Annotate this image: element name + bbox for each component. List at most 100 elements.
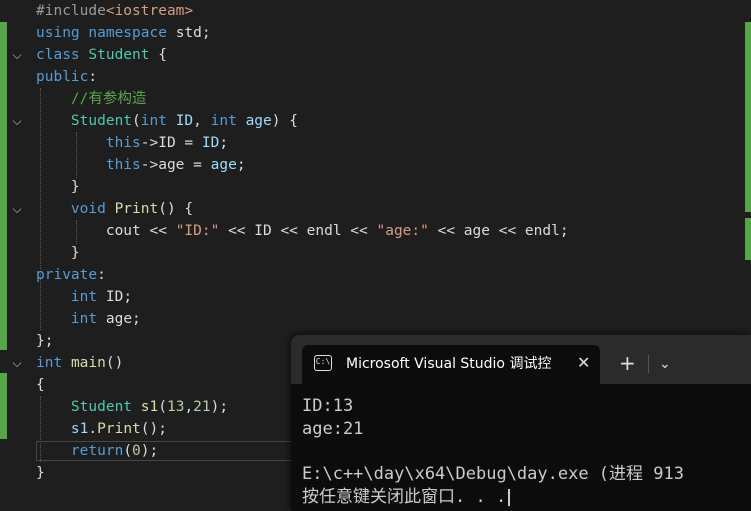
code-token: Print	[114, 201, 159, 217]
fold-toggle-icon[interactable]: ⌵	[10, 202, 24, 216]
code-line[interactable]: int main()	[36, 352, 123, 374]
fold-toggle-icon[interactable]: ⌵	[10, 114, 24, 128]
code-line[interactable]: }	[36, 462, 45, 484]
terminal-tab-bar: C:\ Microsoft Visual Studio 调试控 ✕ + ⌄	[291, 335, 751, 384]
code-token: :	[97, 267, 106, 283]
code-line[interactable]: void Print() {	[36, 198, 193, 220]
code-token: << ID << endl <<	[219, 223, 377, 239]
code-token: }	[36, 245, 80, 261]
terminal-output-line: age:21	[302, 419, 364, 439]
scrollbar-change-marker	[745, 218, 751, 260]
code-token: {	[149, 47, 167, 63]
terminal-output-line: E:\c++\day\x64\Debug\day.exe (进程 913	[302, 464, 684, 484]
code-line[interactable]: Student s1(13,21);	[36, 396, 228, 418]
code-token: int	[36, 355, 63, 371]
code-token: ID;	[97, 289, 133, 305]
code-token: ID	[201, 135, 220, 151]
code-token: this	[105, 135, 141, 151]
code-token: void	[70, 201, 106, 217]
code-token: );	[210, 399, 229, 415]
terminal-output-line: ID:13	[302, 396, 354, 416]
code-token: int	[140, 113, 167, 129]
code-token: cout <<	[36, 223, 176, 239]
code-token: "ID:"	[175, 223, 220, 239]
code-line[interactable]: private:	[36, 264, 106, 286]
code-token: ID	[175, 113, 194, 129]
code-token: Student	[88, 47, 150, 63]
terminal-output-line: 按任意键关闭此窗口. . .	[302, 487, 507, 507]
code-token: int	[210, 113, 237, 129]
code-token: ) {	[271, 113, 298, 129]
fold-toggle-icon[interactable]: ⌵	[10, 356, 24, 370]
code-token: age;	[97, 311, 141, 327]
code-line[interactable]: }	[36, 242, 80, 264]
code-token: public	[36, 69, 89, 85]
terminal-prompt-line: 按任意键关闭此窗口. . .	[302, 486, 511, 509]
code-token: 21	[193, 399, 211, 415]
code-line[interactable]: this->age = age;	[36, 154, 246, 176]
code-token: ->ID =	[140, 135, 202, 151]
code-token: << age << endl;	[428, 223, 569, 239]
code-token: ,	[193, 113, 211, 129]
code-token: int	[70, 289, 98, 305]
code-token: class	[36, 47, 80, 63]
terminal-tab[interactable]: C:\ Microsoft Visual Studio 调试控 ✕	[302, 345, 600, 384]
code-token: ()	[105, 355, 124, 371]
terminal-tab-title: Microsoft Visual Studio 调试控	[346, 356, 552, 372]
code-token: (	[158, 399, 167, 415]
code-token: };	[36, 333, 54, 349]
code-token: ;	[236, 157, 246, 173]
code-token: ();	[140, 421, 167, 437]
code-token: 13	[166, 399, 185, 415]
code-token: {	[36, 377, 45, 393]
code-line[interactable]: };	[36, 330, 53, 352]
code-token: }	[36, 465, 45, 481]
code-line[interactable]: #include<iostream>	[36, 0, 193, 22]
code-token: main	[70, 355, 106, 371]
code-line[interactable]: int age;	[36, 308, 141, 330]
code-line[interactable]: public:	[36, 66, 97, 88]
new-tab-icon[interactable]: +	[619, 352, 636, 374]
code-token: ->age =	[140, 157, 211, 173]
code-line[interactable]: return(0);	[36, 440, 158, 462]
code-token: return	[70, 443, 124, 459]
code-line[interactable]: class Student {	[36, 44, 167, 66]
terminal-window[interactable]: C:\ Microsoft Visual Studio 调试控 ✕ + ⌄ ID…	[291, 335, 751, 511]
code-line[interactable]: }	[36, 176, 80, 198]
code-line[interactable]: s1.Print();	[36, 418, 167, 440]
fold-toggle-icon[interactable]: ⌵	[10, 48, 24, 62]
code-token: #include	[36, 3, 106, 19]
code-token: namespace	[88, 25, 167, 41]
code-token: //有参构造	[70, 91, 147, 107]
code-line[interactable]: using namespace std;	[36, 22, 211, 44]
code-token: (	[132, 113, 141, 129]
code-line[interactable]: Student(int ID, int age) {	[36, 110, 298, 132]
chevron-down-icon[interactable]: ⌄	[659, 355, 671, 373]
code-line[interactable]: //有参构造	[36, 88, 146, 110]
close-icon[interactable]: ✕	[577, 354, 590, 372]
code-token: ,	[184, 399, 194, 415]
code-line[interactable]: int ID;	[36, 286, 132, 308]
change-marker	[0, 373, 7, 439]
code-token: private	[36, 267, 98, 283]
code-token: s1	[140, 399, 159, 415]
code-line[interactable]: this->ID = ID;	[36, 132, 228, 154]
code-line[interactable]: {	[36, 374, 45, 396]
code-token: Print	[97, 421, 141, 437]
code-token: s1	[70, 421, 89, 437]
code-line[interactable]: cout << "ID:" << ID << endl << "age:" <<…	[36, 220, 569, 242]
code-token: int	[70, 311, 98, 327]
code-token: "age:"	[376, 223, 429, 239]
